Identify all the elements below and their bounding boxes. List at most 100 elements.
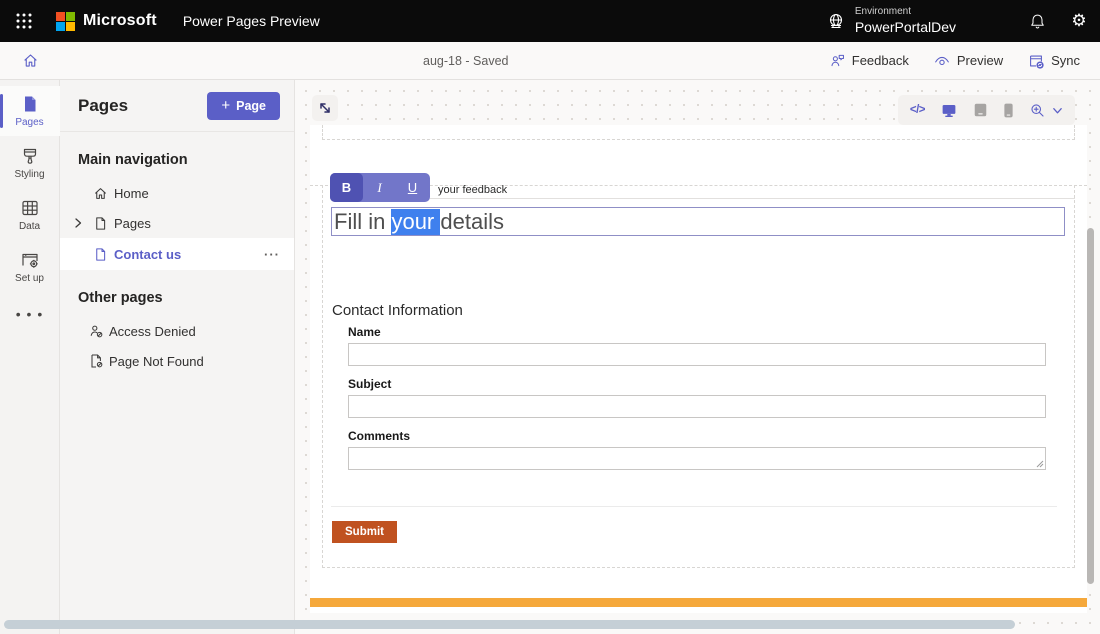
- rail-pages-label: Pages: [15, 117, 44, 128]
- page-document-icon: [93, 247, 108, 262]
- heading-text-selected: your: [391, 208, 441, 235]
- desktop-monitor-icon: [942, 104, 956, 117]
- sidebar-header: Pages + Page: [60, 80, 294, 132]
- nav-home-label: Home: [114, 185, 149, 201]
- environment-label: Environment: [854, 6, 911, 17]
- gear-icon: ⚙: [1071, 11, 1087, 31]
- chevron-right-icon[interactable]: [72, 217, 84, 229]
- rail-item-pages[interactable]: Pages: [0, 86, 60, 136]
- heading-text-editor[interactable]: Fill in your details: [331, 207, 1065, 236]
- preview-button[interactable]: Preview: [925, 47, 1011, 75]
- nav-item-home[interactable]: Home: [60, 178, 294, 208]
- add-page-button[interactable]: + Page: [207, 91, 280, 120]
- device-preview-toolbar: </>: [897, 95, 1075, 125]
- environment-picker[interactable]: Environment PowerPortalDev: [826, 6, 956, 36]
- notifications-button[interactable]: [1016, 0, 1058, 42]
- app-launcher-waffle-icon[interactable]: [0, 0, 48, 42]
- rail-item-setup[interactable]: Set up: [0, 242, 60, 292]
- feedback-button[interactable]: Feedback: [821, 47, 917, 74]
- access-denied-label: Access Denied: [109, 323, 196, 339]
- tablet-view-button[interactable]: [973, 102, 988, 118]
- environment-globe-icon: [829, 13, 842, 29]
- microsoft-brand-text: Microsoft: [83, 12, 157, 29]
- nav-pages-label: Pages: [114, 215, 151, 231]
- styling-paintbrush-icon: [23, 148, 36, 164]
- microsoft-logo[interactable]: Microsoft: [56, 11, 157, 31]
- comments-label: Comments: [348, 429, 411, 443]
- subject-field-group: Subject: [348, 377, 1046, 418]
- sidebar-title: Pages: [78, 95, 129, 115]
- nav-item-pages[interactable]: Pages: [60, 208, 294, 238]
- person-blocked-icon: [88, 323, 104, 339]
- name-input[interactable]: [348, 343, 1046, 366]
- edit-code-button[interactable]: </>: [910, 104, 926, 116]
- add-page-label: Page: [236, 98, 266, 113]
- name-label: Name: [348, 325, 381, 339]
- comments-input[interactable]: [348, 447, 1046, 470]
- nav-contact-us-label: Contact us: [114, 246, 182, 262]
- heading-text-pre: Fill in: [334, 208, 392, 234]
- window-horizontal-scrollbar[interactable]: [4, 620, 1015, 629]
- page-blocked-icon: [88, 353, 104, 369]
- command-bar: aug-18 - Saved Feedback Preview Sync: [0, 42, 1100, 80]
- sync-button[interactable]: Sync: [1019, 47, 1088, 75]
- pages-sidebar: Pages + Page Main navigation Home Pages …: [60, 80, 295, 634]
- submit-button[interactable]: Submit: [332, 521, 397, 543]
- rich-text-toolbar: B I U: [330, 173, 430, 202]
- rail-item-data[interactable]: Data: [0, 190, 60, 240]
- home-page-icon: [93, 186, 108, 201]
- plus-icon: +: [221, 97, 231, 114]
- main-navigation-heading: Main navigation: [78, 152, 188, 168]
- textarea-resize-handle[interactable]: [1036, 460, 1044, 468]
- selected-indicator: [0, 94, 3, 128]
- home-button[interactable]: [10, 42, 50, 80]
- sync-label: Sync: [1051, 53, 1080, 68]
- app-title: Power Pages Preview: [182, 13, 320, 29]
- data-table-icon: [21, 200, 38, 216]
- main-region: Pages Styling Data Set up • • • Pages + …: [0, 80, 1100, 634]
- feedback-icon: [831, 54, 844, 67]
- canvas-vertical-scrollbar[interactable]: [1087, 228, 1094, 584]
- settings-button[interactable]: ⚙: [1058, 0, 1100, 42]
- bold-button[interactable]: B: [330, 173, 363, 202]
- subject-label: Subject: [348, 377, 392, 391]
- chevron-down-icon: [1053, 107, 1062, 113]
- nav-item-page-not-found[interactable]: Page Not Found: [60, 346, 294, 376]
- tablet-icon: [974, 103, 987, 117]
- site-save-status: aug-18 - Saved: [423, 54, 509, 68]
- page-not-found-label: Page Not Found: [109, 353, 204, 369]
- section-outline-top: [322, 125, 1075, 140]
- comments-textarea-wrap: [348, 447, 1046, 470]
- topbar-right-group: Environment PowerPortalDev ⚙: [826, 0, 1100, 42]
- comments-field-group: Comments: [348, 429, 1046, 470]
- form-outline-bottom: [331, 506, 1057, 507]
- mobile-phone-icon: [1004, 103, 1013, 117]
- nav-item-contact-us[interactable]: Contact us ···: [60, 238, 294, 270]
- sync-icon: [1030, 55, 1044, 69]
- nav-item-access-denied[interactable]: Access Denied: [60, 316, 294, 346]
- environment-name: PowerPortalDev: [854, 18, 956, 35]
- rail-data-label: Data: [18, 221, 41, 232]
- footer-accent-bar: [310, 598, 1087, 607]
- navigation-rail: Pages Styling Data Set up • • •: [0, 80, 60, 634]
- zoom-control[interactable]: [1029, 102, 1063, 119]
- waffle-grid-icon: [16, 13, 32, 29]
- underline-button[interactable]: U: [396, 173, 429, 202]
- expand-canvas-button[interactable]: [312, 95, 338, 121]
- zoom-in-icon: [1031, 103, 1044, 117]
- site-canvas[interactable]: your feedback B I U Fill in your details…: [310, 125, 1087, 613]
- rail-item-styling[interactable]: Styling: [0, 138, 60, 188]
- contact-us-more-button[interactable]: ···: [264, 247, 280, 262]
- desktop-view-button[interactable]: [940, 102, 958, 119]
- command-bar-actions: Feedback Preview Sync: [821, 47, 1100, 75]
- italic-button[interactable]: I: [363, 173, 396, 202]
- preview-eye-icon: [935, 56, 949, 65]
- mobile-view-button[interactable]: [1003, 102, 1014, 119]
- heading-text-post: details: [440, 208, 504, 234]
- other-pages-heading: Other pages: [78, 290, 163, 306]
- setup-browser-gear-icon: [21, 253, 38, 268]
- rail-more-button[interactable]: • • •: [16, 306, 43, 322]
- design-workspace: </> your feedback B I U Fill in your det…: [295, 80, 1100, 634]
- page-document-icon: [93, 216, 108, 231]
- subject-input[interactable]: [348, 395, 1046, 418]
